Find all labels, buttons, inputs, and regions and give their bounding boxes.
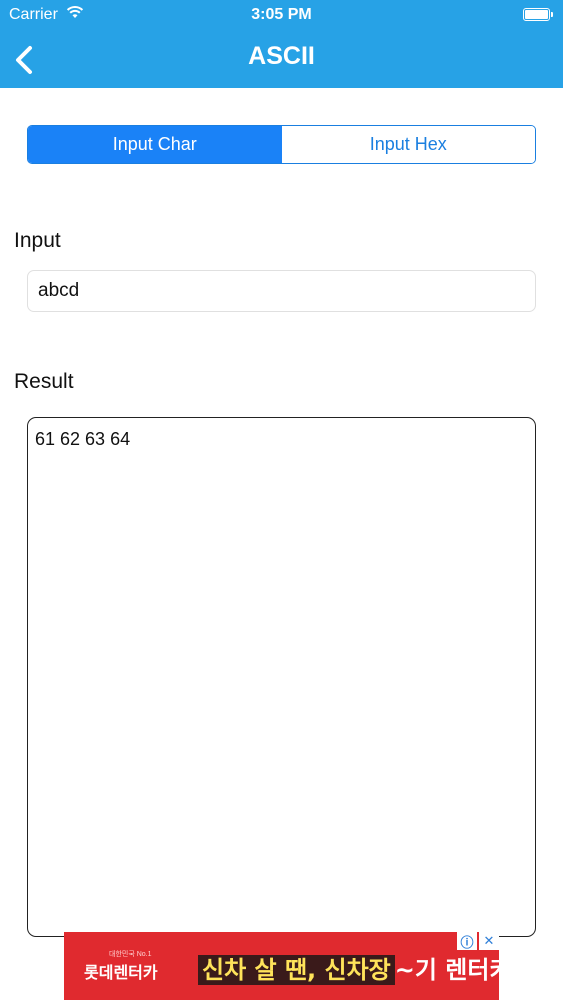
navigation-bar: Carrier 3:05 PM ASCII bbox=[0, 0, 563, 88]
result-text-area[interactable]: 61 62 63 64 bbox=[27, 417, 536, 937]
page-title: ASCII bbox=[248, 42, 315, 70]
ad-brand-small: 대한민국 No.1 bbox=[109, 951, 152, 958]
segment-input-char[interactable]: Input Char bbox=[28, 126, 282, 163]
ad-brand: 롯데렌터카 bbox=[84, 963, 158, 982]
status-time: 3:05 PM bbox=[251, 6, 312, 23]
close-icon[interactable]: ✕ bbox=[479, 932, 499, 950]
input-text-field[interactable] bbox=[27, 270, 536, 312]
ad-tagline: 신차 살 땐, 신차장~기 렌터카!! bbox=[198, 950, 499, 985]
result-label: Result bbox=[14, 370, 74, 393]
status-bar: Carrier 3:05 PM bbox=[0, 0, 563, 30]
input-label: Input bbox=[14, 229, 61, 252]
battery-icon bbox=[523, 8, 553, 21]
info-icon[interactable]: ⓘ bbox=[457, 932, 477, 950]
input-mode-segmented-control: Input Char Input Hex bbox=[27, 125, 536, 164]
segment-input-hex[interactable]: Input Hex bbox=[281, 126, 535, 163]
ad-controls: ⓘ ✕ bbox=[457, 932, 499, 950]
result-value: 61 62 63 64 bbox=[35, 429, 131, 449]
ad-tagline-rest: ~기 렌터카!! bbox=[394, 956, 499, 984]
ad-banner[interactable]: 대한민국 No.1 롯데렌터카 신차 살 땐, 신차장~기 렌터카!! ⓘ ✕ bbox=[64, 932, 499, 1000]
ad-tagline-highlight: 신차 살 땐, 신차장 bbox=[198, 955, 395, 985]
